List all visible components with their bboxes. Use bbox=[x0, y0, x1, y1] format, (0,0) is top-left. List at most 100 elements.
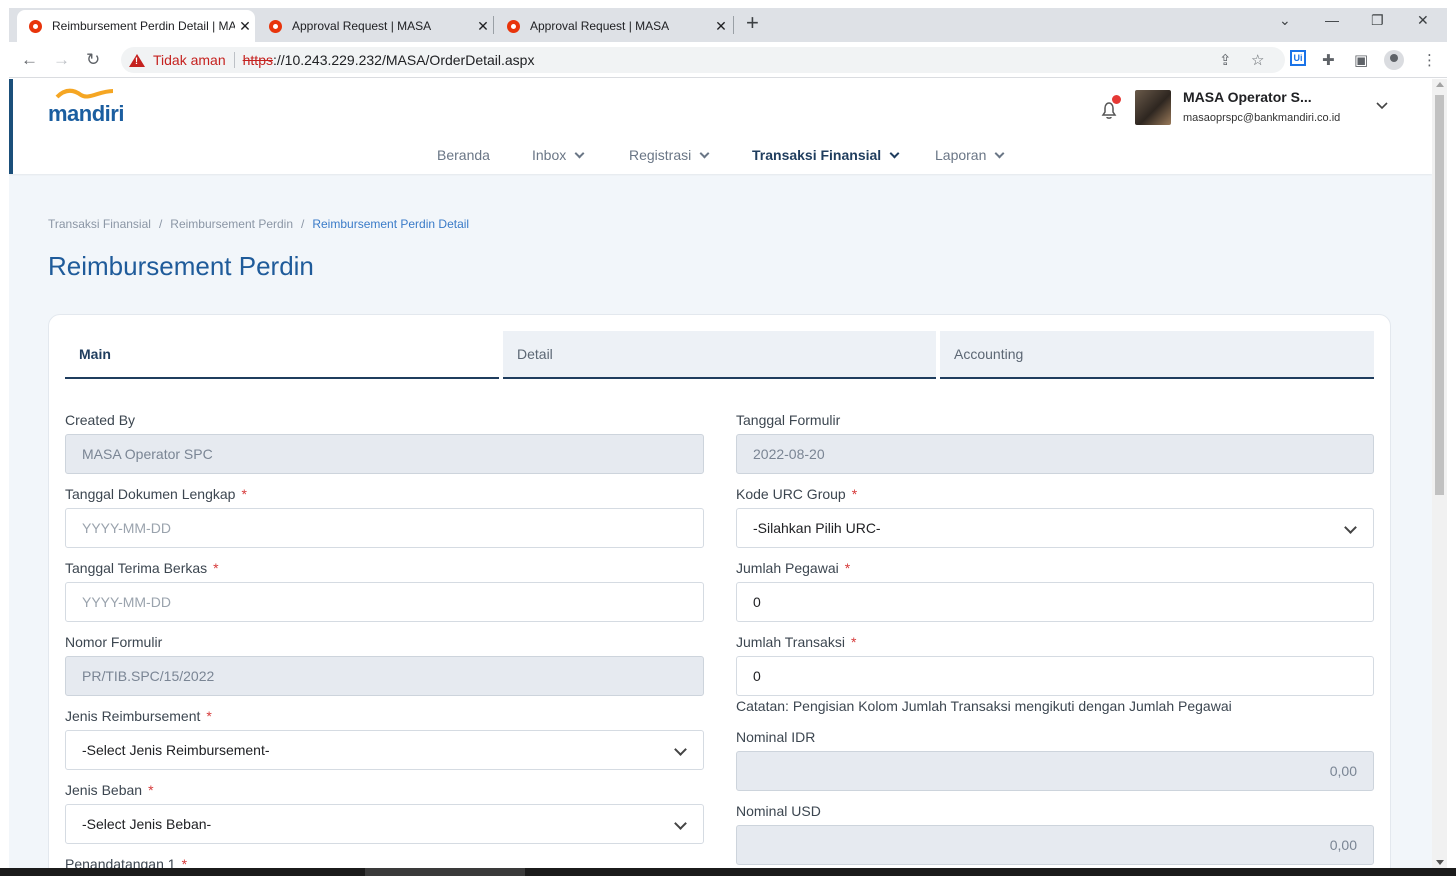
nav-beranda[interactable]: Beranda bbox=[437, 147, 490, 163]
forward-icon[interactable]: → bbox=[53, 50, 70, 70]
chevron-down-icon bbox=[574, 148, 585, 158]
jenis-beban-select[interactable]: -Select Jenis Beban- bbox=[65, 804, 704, 844]
nav-label: Beranda bbox=[437, 147, 490, 163]
browser-tab-title: Approval Request | MASA bbox=[292, 19, 432, 33]
label-text: Tanggal Terima Berkas bbox=[65, 560, 208, 576]
chevron-down-icon bbox=[889, 148, 900, 158]
jumlah-transaksi-input[interactable]: 0 bbox=[736, 656, 1374, 696]
chevron-down-icon[interactable] bbox=[1375, 99, 1389, 113]
penandatangan-label: Penandatangan 1 * bbox=[65, 856, 187, 868]
bookmark-star-icon[interactable]: ☆ bbox=[1251, 51, 1264, 69]
close-tab-icon[interactable]: ✕ bbox=[711, 18, 731, 35]
scroll-down-icon[interactable] bbox=[1436, 860, 1444, 865]
share-icon[interactable]: ⇪ bbox=[1219, 51, 1232, 69]
nominal-usd-label: Nominal USD bbox=[736, 803, 821, 819]
jenis-reimbursement-select[interactable]: -Select Jenis Reimbursement- bbox=[65, 730, 704, 770]
page-title: Reimbursement Perdin bbox=[48, 251, 314, 281]
close-window-icon[interactable]: ✕ bbox=[1417, 12, 1429, 29]
nominal-idr-field: 0,00 bbox=[736, 751, 1374, 791]
nav-label: Transaksi Finansial bbox=[752, 147, 882, 163]
nav-transaksi-finansial[interactable]: Transaksi Finansial bbox=[752, 147, 900, 163]
label-text: Jenis Reimbursement bbox=[65, 708, 201, 724]
restore-icon[interactable]: ❐ bbox=[1371, 12, 1384, 29]
main-nav: Beranda Inbox Registrasi Transaksi Finan… bbox=[13, 147, 1432, 167]
nav-laporan[interactable]: Laporan bbox=[935, 147, 1005, 163]
nominal-idr-label: Nominal IDR bbox=[736, 729, 816, 745]
side-panel-icon[interactable]: ▣ bbox=[1354, 51, 1368, 69]
nav-label: Registrasi bbox=[629, 147, 692, 163]
minimize-icon[interactable]: — bbox=[1325, 12, 1339, 28]
browser-tab-active[interactable]: Reimbursement Perdin Detail | MASA ✕ bbox=[17, 10, 255, 42]
form-tabs: Main Detail Accounting bbox=[65, 331, 1375, 379]
breadcrumb-separator: / bbox=[158, 217, 163, 231]
scroll-thumb[interactable] bbox=[1435, 95, 1444, 495]
created-by-label: Created By bbox=[65, 412, 136, 428]
menu-icon[interactable]: ⋮ bbox=[1422, 51, 1437, 69]
uipath-extension-icon[interactable]: Ui bbox=[1290, 50, 1306, 66]
browser-tab[interactable]: Approval Request | MASA ✕ bbox=[257, 10, 493, 42]
close-tab-icon[interactable]: ✕ bbox=[473, 18, 493, 35]
label-text: Jumlah Pegawai bbox=[736, 560, 839, 576]
omnibox-divider bbox=[233, 52, 235, 68]
chevron-down-icon bbox=[1344, 521, 1357, 534]
breadcrumb-item[interactable]: Transaksi Finansial bbox=[48, 217, 151, 231]
nomor-formulir-label: Nomor Formulir bbox=[65, 634, 163, 650]
tab-main[interactable]: Main bbox=[65, 331, 499, 379]
required-mark: * bbox=[148, 782, 154, 798]
tgl-terima-label: Tanggal Terima Berkas * bbox=[65, 560, 219, 576]
security-label[interactable]: Tidak aman bbox=[153, 52, 226, 68]
breadcrumb-item[interactable]: Reimbursement Perdin bbox=[170, 217, 293, 231]
extensions-icon[interactable]: ✚ bbox=[1322, 51, 1335, 69]
nav-inbox[interactable]: Inbox bbox=[532, 147, 585, 163]
mandiri-logo[interactable]: mandiri bbox=[48, 101, 124, 127]
tab-detail[interactable]: Detail bbox=[503, 331, 936, 379]
breadcrumb: Transaksi Finansial / Reimbursement Perd… bbox=[48, 217, 469, 231]
taskbar-active-app[interactable] bbox=[365, 868, 525, 876]
user-email: masaoprspc@bankmandiri.co.id bbox=[1183, 112, 1341, 124]
created-by-field: MASA Operator SPC bbox=[65, 434, 704, 474]
tanggal-formulir-label: Tanggal Formulir bbox=[736, 412, 841, 428]
kode-urc-label: Kode URC Group * bbox=[736, 486, 857, 502]
site-favicon-icon bbox=[29, 19, 42, 33]
mandiri-logo-wave-icon bbox=[55, 88, 114, 99]
nomor-formulir-field: PR/TIB.SPC/15/2022 bbox=[65, 656, 704, 696]
tab-search-icon[interactable]: ⌄ bbox=[1279, 12, 1291, 29]
required-mark: * bbox=[206, 708, 212, 724]
user-name[interactable]: MASA Operator S... bbox=[1183, 89, 1312, 105]
label-text: Tanggal Dokumen Lengkap bbox=[65, 486, 236, 502]
tab-accounting[interactable]: Accounting bbox=[940, 331, 1374, 379]
os-taskbar bbox=[0, 868, 1456, 876]
catatan-note: Catatan: Pengisian Kolom Jumlah Transaks… bbox=[736, 698, 1232, 714]
close-tab-icon[interactable]: ✕ bbox=[235, 18, 255, 35]
tgl-terima-input[interactable]: YYYY-MM-DD bbox=[65, 582, 704, 622]
nav-registrasi[interactable]: Registrasi bbox=[629, 147, 710, 163]
select-value: -Select Jenis Beban- bbox=[82, 816, 212, 832]
site-favicon-icon bbox=[507, 19, 520, 33]
tab-label: Detail bbox=[517, 346, 553, 362]
browser-toolbar: ← → ↻ Tidak aman https ://10.243.229.232… bbox=[9, 42, 1447, 78]
browser-tab[interactable]: Approval Request | MASA ✕ bbox=[495, 10, 731, 42]
jumlah-transaksi-label: Jumlah Transaksi * bbox=[736, 634, 856, 650]
reload-icon[interactable]: ↻ bbox=[86, 50, 100, 70]
warning-icon bbox=[129, 53, 145, 67]
tgl-dokumen-label: Tanggal Dokumen Lengkap * bbox=[65, 486, 247, 502]
chevron-down-icon bbox=[674, 817, 687, 830]
page-viewport: mandiri MASA Operator S... masaoprspc@ba… bbox=[9, 79, 1432, 868]
address-bar[interactable]: Tidak aman https ://10.243.229.232/MASA/… bbox=[121, 47, 1285, 73]
back-icon[interactable]: ← bbox=[21, 50, 38, 70]
select-value: -Select Jenis Reimbursement- bbox=[82, 742, 270, 758]
required-mark: * bbox=[241, 486, 247, 502]
avatar[interactable] bbox=[1135, 90, 1171, 125]
tgl-dokumen-input[interactable]: YYYY-MM-DD bbox=[65, 508, 704, 548]
profile-icon[interactable] bbox=[1384, 50, 1404, 70]
jumlah-pegawai-input[interactable]: 0 bbox=[736, 582, 1374, 622]
url-scheme: https bbox=[242, 52, 273, 68]
required-mark: * bbox=[851, 486, 858, 502]
browser-tab-title: Reimbursement Perdin Detail | MASA bbox=[52, 19, 235, 33]
site-favicon-icon bbox=[269, 19, 282, 33]
kode-urc-select[interactable]: -Silahkan Pilih URC- bbox=[736, 508, 1374, 548]
tab-separator bbox=[733, 16, 734, 34]
page-scrollbar[interactable] bbox=[1432, 79, 1447, 868]
new-tab-icon[interactable]: + bbox=[746, 12, 759, 34]
scroll-up-icon[interactable] bbox=[1436, 82, 1444, 87]
